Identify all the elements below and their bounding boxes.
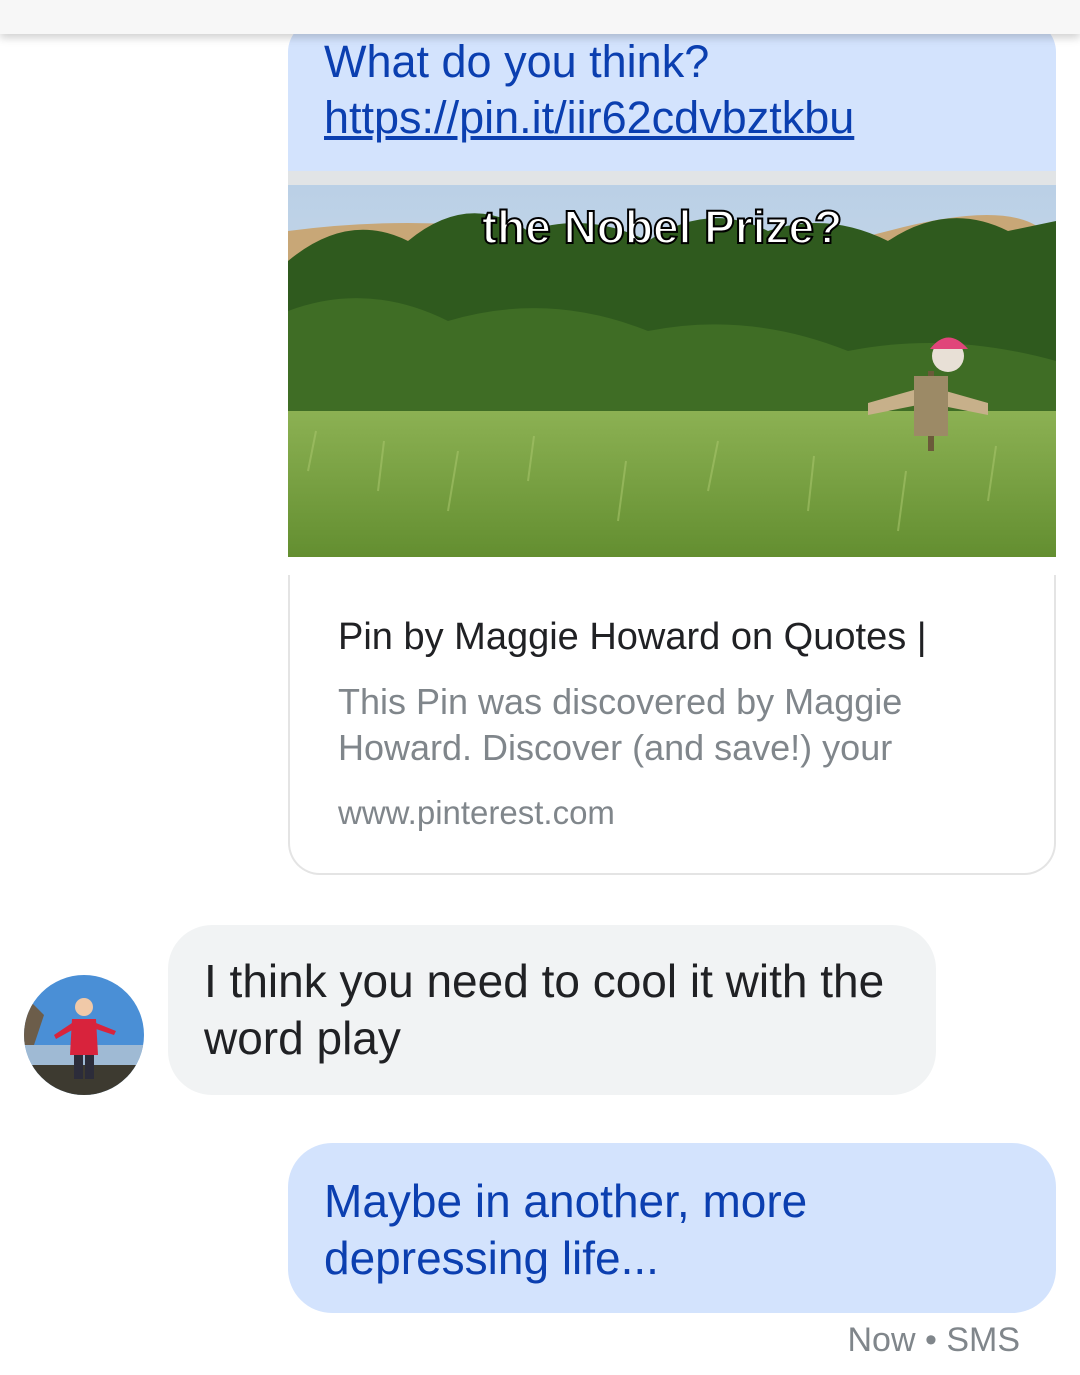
message-text: Maybe in another, more depressing life..… [324, 1175, 808, 1284]
preview-title: Pin by Maggie Howard on Quotes | [338, 616, 927, 658]
message-status: Now • SMS [847, 1321, 1021, 1359]
message-link[interactable]: https://pin.it/iir62cdvbztkbu [324, 90, 1020, 146]
incoming-message-bubble[interactable]: I think you need to cool it with the wor… [168, 925, 936, 1095]
message-text: What do you think? [324, 36, 710, 87]
preview-domain: www.pinterest.com [338, 794, 615, 831]
link-preview-card[interactable]: Pin by Maggie Howard on Quotes | This Pi… [288, 575, 1056, 875]
outgoing-message-bubble[interactable]: What do you think? https://pin.it/iir62c… [288, 20, 1056, 172]
message-text: I think you need to cool it with the wor… [204, 955, 885, 1064]
avatar[interactable] [24, 975, 144, 1095]
preview-description: This Pin was discovered by Maggie Howard… [338, 681, 903, 768]
image-caption: the Nobel Prize? [482, 201, 842, 253]
top-app-bar [0, 0, 1080, 34]
link-preview-image[interactable]: the Nobel Prize? [288, 171, 1056, 575]
outgoing-message-bubble[interactable]: Maybe in another, more depressing life..… [288, 1143, 1056, 1313]
